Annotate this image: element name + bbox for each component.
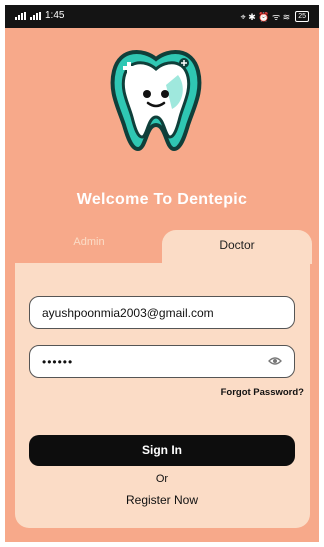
signal-icon	[15, 11, 26, 20]
password-value: ••••••	[42, 354, 74, 369]
status-icons: ⌖ ✱ ⏰ ᯤ ≋	[240, 12, 291, 22]
tooth-logo-icon	[110, 49, 202, 152]
password-field[interactable]: ••••••	[29, 345, 295, 378]
status-left: 1:45	[15, 10, 64, 21]
email-field[interactable]: ayushpoonmia2003@gmail.com	[29, 296, 295, 329]
status-right: ⌖ ✱ ⏰ ᯤ ≋ 25	[241, 10, 309, 23]
sign-in-button[interactable]: Sign In	[29, 435, 295, 466]
email-value: ayushpoonmia2003@gmail.com	[42, 305, 214, 320]
status-bar: 1:45 ⌖ ✱ ⏰ ᯤ ≋ 25	[5, 5, 319, 28]
or-divider-label: Or	[155, 473, 169, 485]
register-now-link[interactable]: Register Now	[0, 493, 324, 507]
status-time: 1:45	[45, 10, 65, 21]
welcome-title: Welcome To Dentepic	[76, 191, 248, 208]
tab-admin[interactable]: Admin	[44, 236, 134, 248]
tab-doctor[interactable]: Doctor	[162, 230, 312, 264]
eye-icon[interactable]	[268, 356, 282, 366]
signal-icon-2	[30, 11, 41, 20]
battery-icon: 25	[295, 11, 309, 22]
forgot-password-link[interactable]: Forgot Password?	[221, 387, 304, 398]
